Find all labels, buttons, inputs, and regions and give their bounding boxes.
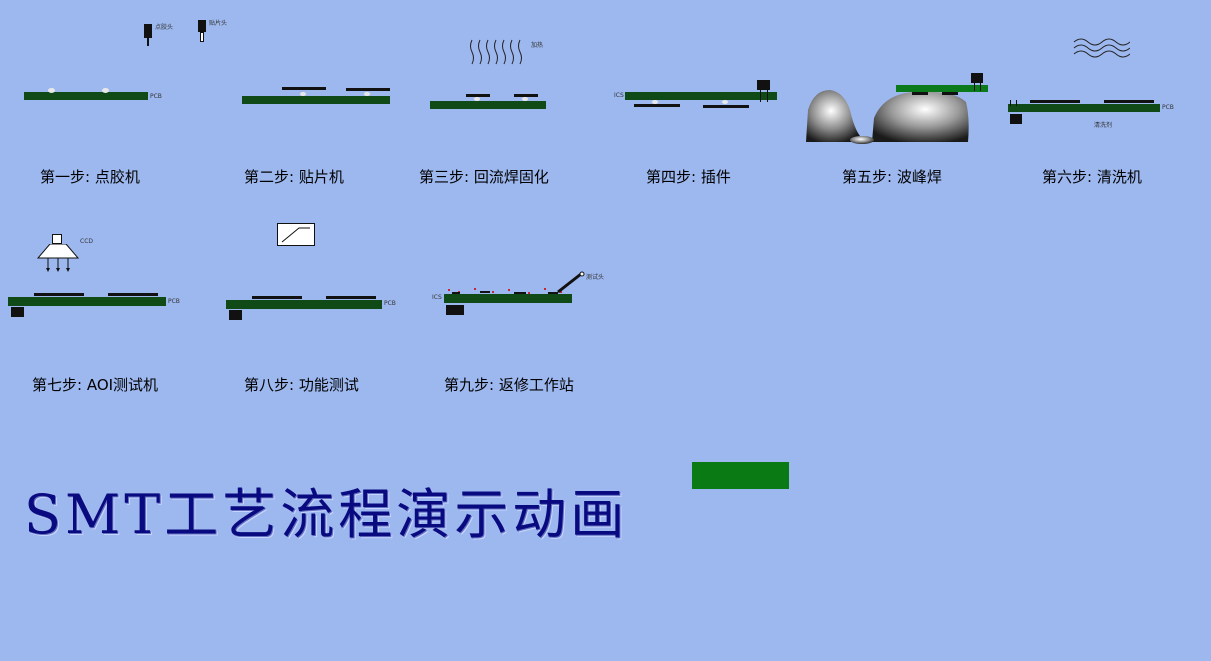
cleaning-spray-icon: [1073, 38, 1130, 58]
glue-dot-icon: [474, 97, 480, 101]
pcb-board: [1008, 104, 1160, 112]
step-9-label: 第九步: 返修工作站: [444, 376, 574, 394]
test-signal-graph-icon: [277, 223, 315, 246]
dispense-head-icon: [144, 24, 152, 38]
pcb-board: [24, 92, 148, 100]
through-hole-component-icon: [11, 307, 24, 317]
chip-icon: [326, 296, 376, 299]
ccd-tag: CCD: [80, 238, 93, 245]
glue-dot-icon: [722, 100, 728, 104]
component-lead-icon: [980, 83, 981, 91]
heat-tag: 加热: [531, 42, 544, 49]
glue-dot-icon: [102, 88, 109, 93]
pcb-tag: PCB: [1162, 104, 1174, 111]
chip-underside-icon: [942, 92, 958, 95]
pcb-board: [242, 96, 390, 104]
chip-icon: [346, 88, 390, 91]
pcb-board: [625, 92, 777, 100]
pcb-board: [226, 300, 382, 309]
play-button[interactable]: [692, 462, 789, 489]
ccd-light-cone-icon: [36, 244, 80, 272]
glue-dot-icon: [652, 100, 658, 104]
pcb-board: [430, 101, 546, 109]
ics-tag: ICS: [614, 92, 624, 99]
step-8-label: 第八步: 功能测试: [244, 376, 359, 394]
chip-icon: [34, 293, 84, 296]
chip-icon: [282, 87, 326, 90]
through-hole-component-icon: [1010, 114, 1022, 124]
step-4-label: 第四步: 插件: [646, 168, 731, 186]
glue-dot-icon: [364, 92, 370, 96]
cleaner-tag: 清洗剂: [1094, 122, 1113, 129]
chip-icon: [252, 296, 302, 299]
step-7-label: 第七步: AOI测试机: [32, 376, 159, 394]
ics-tag: ICS: [432, 294, 442, 301]
glue-dot-icon: [48, 88, 55, 93]
chip-icon: [1030, 100, 1080, 103]
component-lead-icon: [767, 90, 768, 102]
component-lead-icon: [1016, 100, 1017, 106]
placement-nozzle-icon: [200, 32, 204, 42]
test-probe-tag: 测试头: [586, 274, 605, 281]
chip-underside-icon: [634, 104, 680, 107]
through-hole-component-icon: [971, 73, 983, 83]
step-6-label: 第六步: 清洗机: [1042, 168, 1142, 186]
page-title: SMT工艺流程演示动画: [24, 483, 629, 546]
step-3-label: 第三步: 回流焊固化: [419, 168, 549, 186]
step-5-label: 第五步: 波峰焊: [842, 168, 942, 186]
test-probe-icon: [557, 271, 585, 294]
heat-waves-icon: [470, 39, 522, 65]
pcb-tag: PCB: [168, 298, 180, 305]
glue-dot-icon: [300, 92, 306, 96]
dispense-needle-icon: [147, 38, 149, 46]
through-hole-component-icon: [757, 80, 770, 90]
chip-underside-icon: [912, 92, 928, 95]
pcb-tag: PCB: [384, 300, 396, 307]
pcb-board: [8, 297, 166, 306]
chip-icon: [1104, 100, 1154, 103]
ccd-camera-icon: [52, 234, 62, 244]
placement-head-icon: [198, 20, 206, 32]
chip-icon: [108, 293, 158, 296]
step-2-label: 第二步: 贴片机: [244, 168, 344, 186]
placement-head-tag: 贴片头: [209, 20, 228, 27]
glue-dot-icon: [522, 97, 528, 101]
component-lead-icon: [974, 83, 975, 91]
chip-underside-icon: [703, 105, 749, 108]
component-lead-icon: [1010, 100, 1011, 106]
pcb-tag: PCB: [150, 93, 162, 100]
through-hole-component-icon: [229, 310, 242, 320]
dispense-head-tag: 点胶头: [155, 24, 174, 31]
through-hole-component-icon: [446, 305, 464, 315]
step-1-label: 第一步: 点胶机: [40, 168, 140, 186]
component-lead-icon: [760, 90, 761, 102]
